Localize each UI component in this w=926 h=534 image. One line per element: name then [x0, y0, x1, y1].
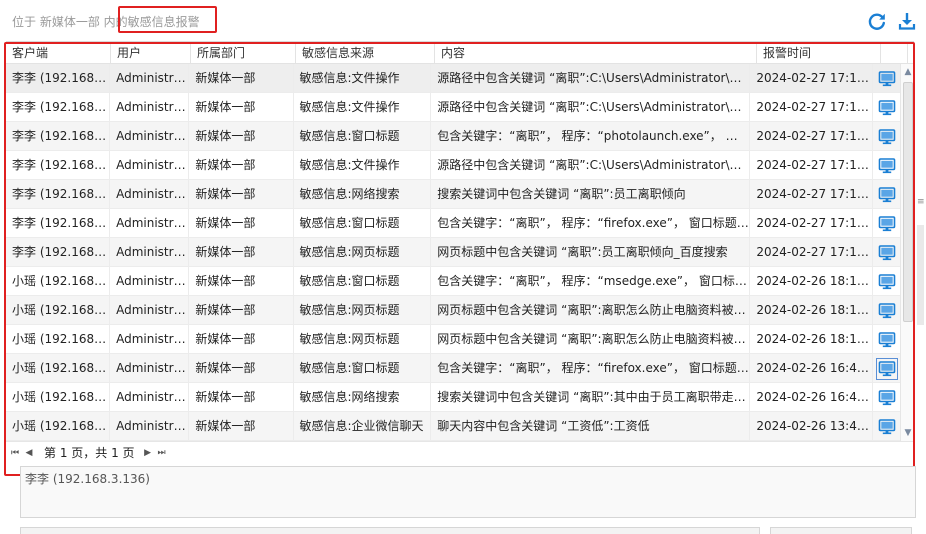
bottom-right-field[interactable]	[770, 527, 912, 534]
detail-client-label: 李李 (192.168.3.136)	[25, 472, 150, 486]
refresh-icon	[868, 13, 885, 30]
side-scroll-track[interactable]	[917, 225, 924, 325]
detail-panel: 李李 (192.168.3.136)	[20, 466, 916, 518]
top-bar: 位于 新媒体一部 内的敏感信息报警	[0, 0, 926, 42]
bottom-status-field	[20, 527, 760, 534]
breadcrumb-prefix: 位于 新媒体一部 内的	[12, 15, 128, 29]
refresh-button[interactable]	[867, 11, 887, 31]
splitter-grip-icon[interactable]: ≡	[917, 198, 925, 207]
table-highlight-box	[4, 42, 915, 476]
export-button[interactable]	[897, 11, 917, 31]
download-icon	[898, 13, 916, 30]
breadcrumb-highlight-box	[118, 6, 217, 33]
